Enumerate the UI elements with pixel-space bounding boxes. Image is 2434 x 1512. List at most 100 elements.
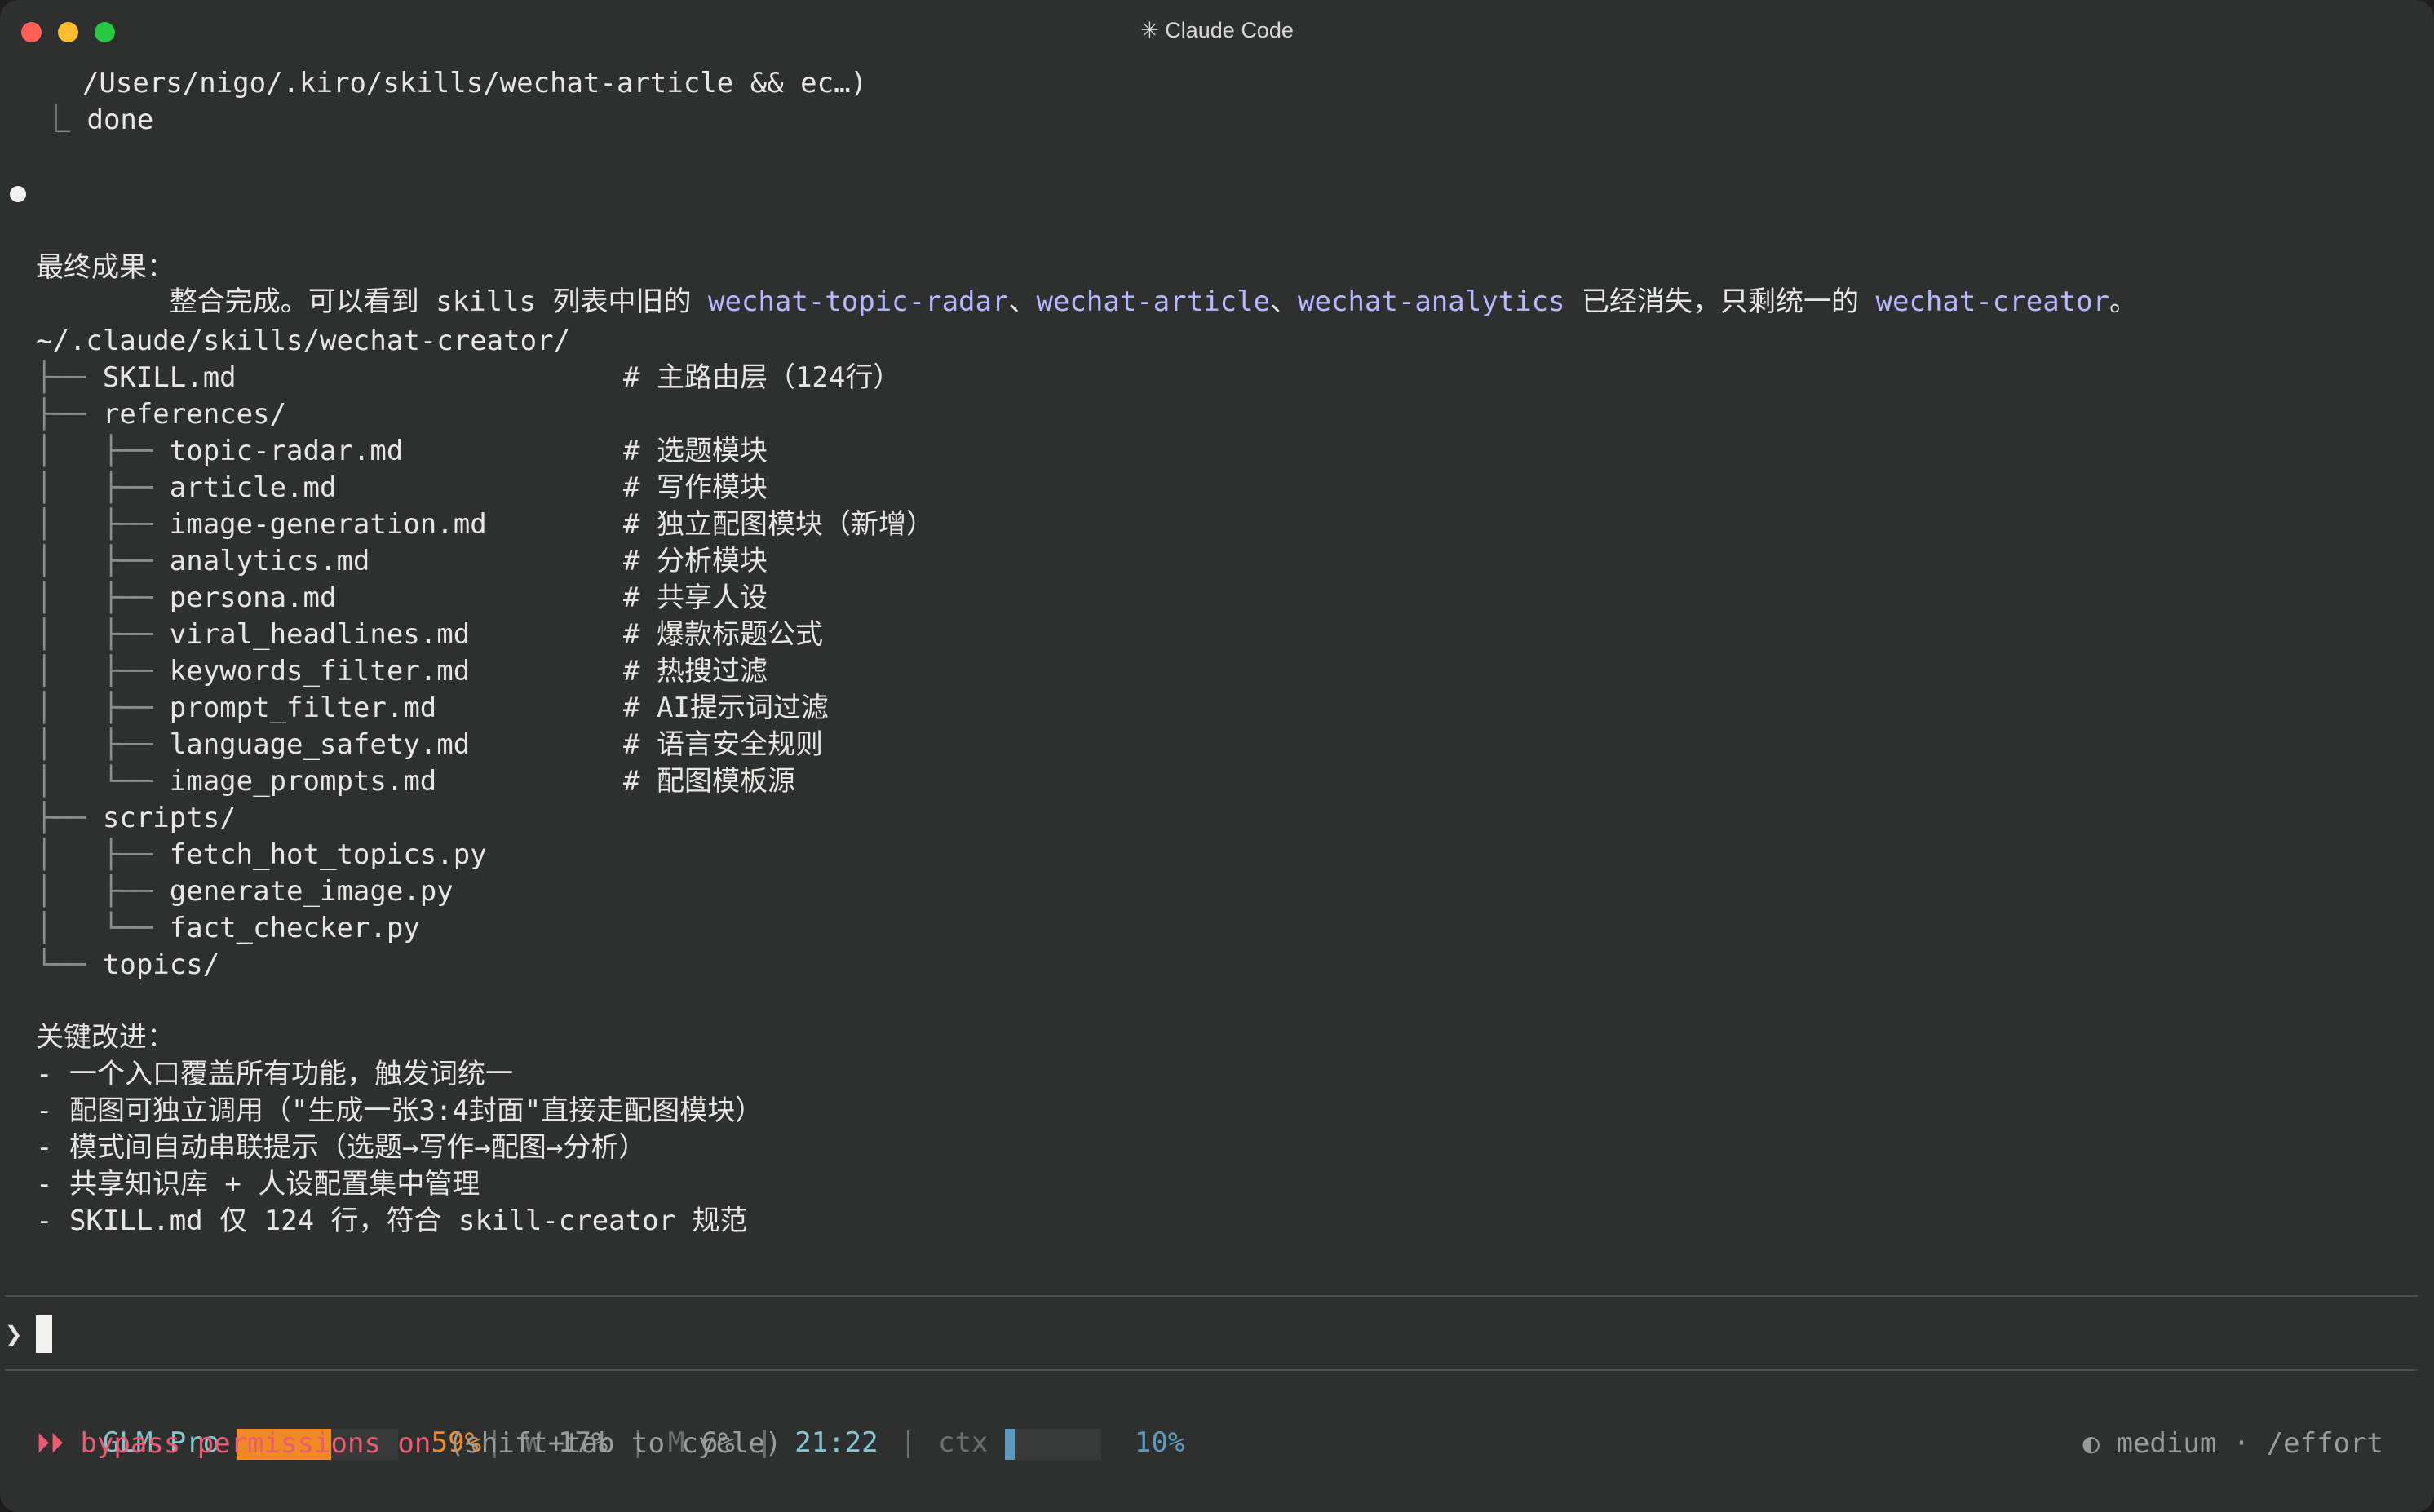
skill-name: wechat-topic-radar [708, 285, 1009, 318]
prompt-chevron-icon: ❯ [5, 1318, 23, 1351]
improvement-item: - 共享知识库 + 人设配置集中管理 [36, 1168, 480, 1200]
permission-label: bypass permissions on [80, 1427, 431, 1460]
tree-branch: │ ├── [36, 618, 170, 651]
tree-branch: │ ├── [36, 838, 170, 871]
tree-entry-comment: # 独立配图模块（新增） [623, 508, 934, 541]
tree-entry-comment: # 爆款标题公式 [623, 618, 823, 651]
tree-row: │ ├── language_safety.md # 语言安全规则 [36, 727, 1178, 763]
tree-entry-name: persona.md [169, 581, 337, 614]
tree-root: ~/.claude/skills/wechat-creator/ [36, 325, 571, 357]
tree-entry-comment: # 共享人设 [623, 581, 768, 614]
tree-row: │ ├── generate_image.py [36, 873, 1178, 909]
tree-entry-name: viral_headlines.md [169, 618, 471, 651]
tree-row: │ ├── analytics.md # 分析模块 [36, 543, 1178, 579]
tree-row: │ ├── fetch_hot_topics.py [36, 837, 1178, 873]
ctx-percent: 10% [1134, 1426, 1185, 1459]
tree-row: │ ├── prompt_filter.md # AI提示词过滤 [36, 690, 1178, 726]
tree-branch: │ ├── [36, 471, 170, 504]
tree-row: └── topics/ [36, 947, 1178, 983]
skill-name: wechat-creator [1875, 285, 2110, 318]
improvement-item: - SKILL.md 仅 124 行，符合 skill-creator 规范 [36, 1205, 748, 1237]
tree-branch: │ ├── [36, 508, 170, 541]
tree-entry-comment: # 主路由层（124行） [623, 361, 901, 394]
tree-branch: │ ├── [36, 545, 170, 577]
improvement-item: - 模式间自动串联提示（选题→写作→配图→分析） [36, 1131, 647, 1164]
tree-entry-name: fact_checker.py [169, 912, 420, 944]
summary-text: 整合完成。可以看到 skills 列表中旧的 [169, 285, 708, 318]
tree-entry-name: prompt_filter.md [169, 692, 437, 724]
status-divider: | [900, 1426, 917, 1459]
tree-entry-name: analytics.md [169, 545, 370, 577]
tree-entry-name: fetch_hot_topics.py [169, 838, 487, 871]
permission-mode: ⏵⏵ bypass permissions on (shift+tab to c… [36, 1426, 781, 1461]
tree-branch: ├── [36, 398, 103, 431]
tree-entry-comment: # 配图模板源 [623, 765, 795, 798]
tree-entry-name: image_prompts.md [169, 765, 437, 798]
tree-branch: │ └── [36, 912, 170, 944]
tree-entry-name: SKILL.md [102, 361, 237, 394]
tree-branch: ├── [36, 802, 103, 834]
tree-entry-comment: # 选题模块 [623, 435, 768, 467]
result-prefix-icon: ⎿ [42, 104, 70, 136]
tree-entry-name: topics/ [102, 948, 220, 981]
tree-row: │ ├── persona.md # 共享人设 [36, 580, 1178, 616]
tree-branch: │ ├── [36, 692, 170, 724]
tree-branch: │ ├── [36, 581, 170, 614]
tree-row: │ └── image_prompts.md # 配图模板源 [36, 763, 1178, 799]
tree-row: │ └── fact_checker.py [36, 910, 1178, 946]
half-circle-icon: ◐ [2082, 1427, 2100, 1460]
message-bullet-icon [10, 186, 26, 202]
prompt-top-divider [5, 1295, 2418, 1297]
tree-row: │ ├── viral_headlines.md # 爆款标题公式 [36, 617, 1178, 652]
improvement-item: - 配图可独立调用（"生成一张3:4封面"直接走配图模块） [36, 1094, 763, 1127]
skill-name: wechat-article [1036, 285, 1271, 318]
prompt-bottom-divider [5, 1369, 2418, 1371]
tree-branch: └── [36, 948, 103, 981]
tree-row: │ ├── article.md # 写作模块 [36, 470, 1178, 506]
ctx-bar [1004, 1428, 1101, 1460]
ctx-bar-fill [1004, 1428, 1015, 1460]
tree-branch: │ ├── [36, 655, 170, 687]
clock-time: 21:22 [794, 1426, 878, 1459]
summary-text: 。 [2109, 285, 2138, 318]
tree-entry-name: topic-radar.md [169, 435, 404, 467]
tree-row: │ ├── image-generation.md # 独立配图模块（新增） [36, 506, 1178, 542]
title-bar: ✳ Claude Code [0, 0, 2434, 64]
tree-branch: │ └── [36, 765, 170, 798]
tree-entry-comment: # AI提示词过滤 [623, 692, 829, 724]
tree-entry-name: scripts/ [102, 802, 237, 834]
tree-branch: │ ├── [36, 875, 170, 908]
effort-indicator: ◐ medium · /effort [2083, 1426, 2383, 1461]
tree-row: ├── SKILL.md # 主路由层（124行） [36, 360, 1178, 396]
improvements-heading: 关键改进： [36, 1021, 175, 1054]
terminal-window: ✳ Claude Code /Users/nigo/.kiro/skills/w… [0, 0, 2434, 1512]
tree-row: ├── references/ [36, 396, 1178, 432]
summary-text: 已经消失，只剩统一的 [1564, 285, 1876, 318]
summary-line: 整合完成。可以看到 skills 列表中旧的 wechat-topic-rada… [0, 176, 2365, 318]
ctx-label: ctx [938, 1426, 989, 1459]
tree-entry-comment: # 热搜过滤 [623, 655, 768, 687]
effort-text: medium · /effort [2100, 1427, 2383, 1460]
tree-entry-comment: # 分析模块 [623, 545, 768, 577]
permission-hint: (shift+tab to cycle) [431, 1427, 782, 1460]
tree-entry-comment: # 写作模块 [623, 471, 768, 504]
tree-branch: │ ├── [36, 728, 170, 761]
separator-text: 、 [1008, 285, 1037, 318]
tree-entry-name: article.md [169, 471, 337, 504]
tree-entry-name: generate_image.py [169, 875, 454, 908]
improvement-item: - 一个入口覆盖所有功能，触发词统一 [36, 1058, 513, 1090]
tree-entry-comment: # 语言安全规则 [623, 728, 823, 761]
status-line: GLM Pro 59% | W 17% | M 6% | 21:22 | ctx … [36, 1389, 1184, 1460]
separator-text: 、 [1270, 285, 1299, 318]
tree-entry-name: language_safety.md [169, 728, 471, 761]
command-result: ⎿ done [42, 102, 153, 138]
tree-branch: ├── [36, 361, 103, 394]
command-tail: /Users/nigo/.kiro/skills/wechat-article … [49, 67, 868, 99]
prompt-input[interactable] [36, 1315, 52, 1353]
skill-name: wechat-analytics [1298, 285, 1565, 318]
final-heading: 最终成果： [36, 251, 175, 284]
tree-row: ├── scripts/ [36, 800, 1178, 836]
tree-entry-name: image-generation.md [169, 508, 487, 541]
tree-entry-name: keywords_filter.md [169, 655, 471, 687]
window-title: ✳ Claude Code [1140, 18, 1294, 42]
